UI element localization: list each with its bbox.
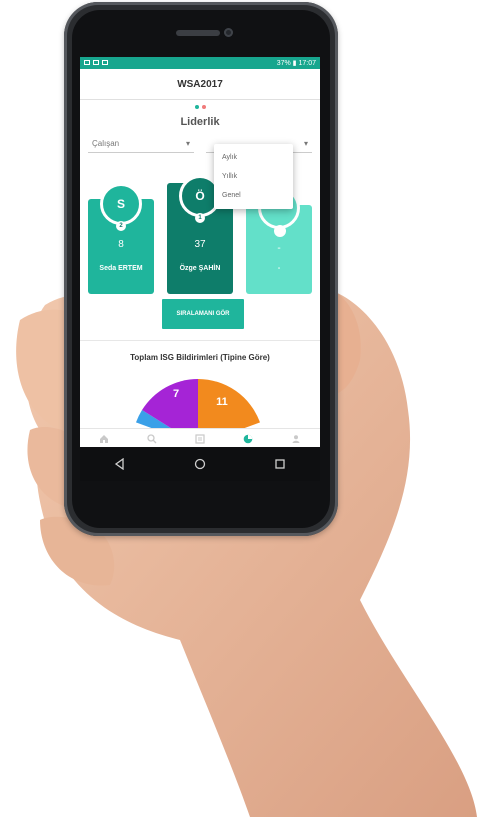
view-ranking-button[interactable]: SIRALAMANI GÖR [162, 299, 244, 329]
menu-item-yearly[interactable]: Yıllık [214, 167, 293, 186]
bottom-tab-bar [80, 428, 320, 449]
section-title: Liderlik [180, 116, 220, 128]
rank-badge: 1 [195, 213, 205, 223]
pie-label-11: 11 [216, 396, 228, 408]
home-icon[interactable] [99, 434, 109, 444]
leader-card[interactable]: S 2 8 Seda ERTEM [88, 183, 154, 294]
leader-score: - [277, 243, 281, 254]
leader-name: Seda ERTEM [99, 265, 143, 272]
menu-item-monthly[interactable]: Aylık [214, 148, 293, 167]
list-icon[interactable] [195, 434, 205, 444]
notification-icons [84, 59, 111, 67]
leader-card[interactable]: - - [246, 187, 312, 294]
back-icon[interactable] [114, 458, 126, 470]
leader-score: 8 [118, 239, 124, 250]
leader-name: - [277, 265, 281, 272]
employee-select-value: Çalışan [92, 138, 120, 148]
chart-icon[interactable] [243, 434, 253, 444]
profile-icon[interactable] [291, 434, 301, 444]
page-indicator [80, 100, 320, 114]
notifications-pie-chart: 7 11 [135, 379, 261, 431]
chart-title: Toplam ISG Bildirimleri (Tipine Göre) [130, 353, 270, 362]
leader-name: Özge ŞAHİN [179, 265, 221, 272]
android-nav-bar [80, 447, 320, 481]
pie-label-7: 7 [173, 388, 179, 400]
earpiece-speaker [176, 30, 220, 36]
app-screen: 37% ▮ 17:07 WSA2017 Liderlik Çalışan ▾ ▾… [80, 57, 320, 449]
recents-icon[interactable] [274, 458, 286, 470]
employee-select[interactable]: Çalışan ▾ [88, 134, 194, 153]
chevron-down-icon: ▾ [303, 138, 308, 148]
app-title: WSA2017 [80, 69, 320, 100]
avatar: S [100, 183, 142, 225]
status-bar: 37% ▮ 17:07 [80, 57, 320, 69]
phone-device: 37% ▮ 17:07 WSA2017 Liderlik Çalışan ▾ ▾… [64, 2, 338, 536]
divider [80, 340, 320, 341]
search-icon[interactable] [147, 434, 157, 444]
chevron-down-icon: ▾ [185, 138, 190, 148]
front-camera [224, 28, 233, 37]
leader-score: 37 [194, 239, 206, 250]
status-right: 37% ▮ 17:07 [276, 60, 316, 67]
rank-badge [274, 225, 286, 237]
pie-slice-11[interactable] [198, 379, 261, 431]
menu-item-general[interactable]: Genel [214, 186, 293, 205]
page-dot[interactable] [201, 105, 206, 109]
period-dropdown-menu: Aylık Yıllık Genel [214, 144, 293, 209]
rank-badge: 2 [116, 221, 126, 231]
page-dot-active[interactable] [194, 105, 199, 109]
home-circle-icon[interactable] [194, 458, 206, 470]
